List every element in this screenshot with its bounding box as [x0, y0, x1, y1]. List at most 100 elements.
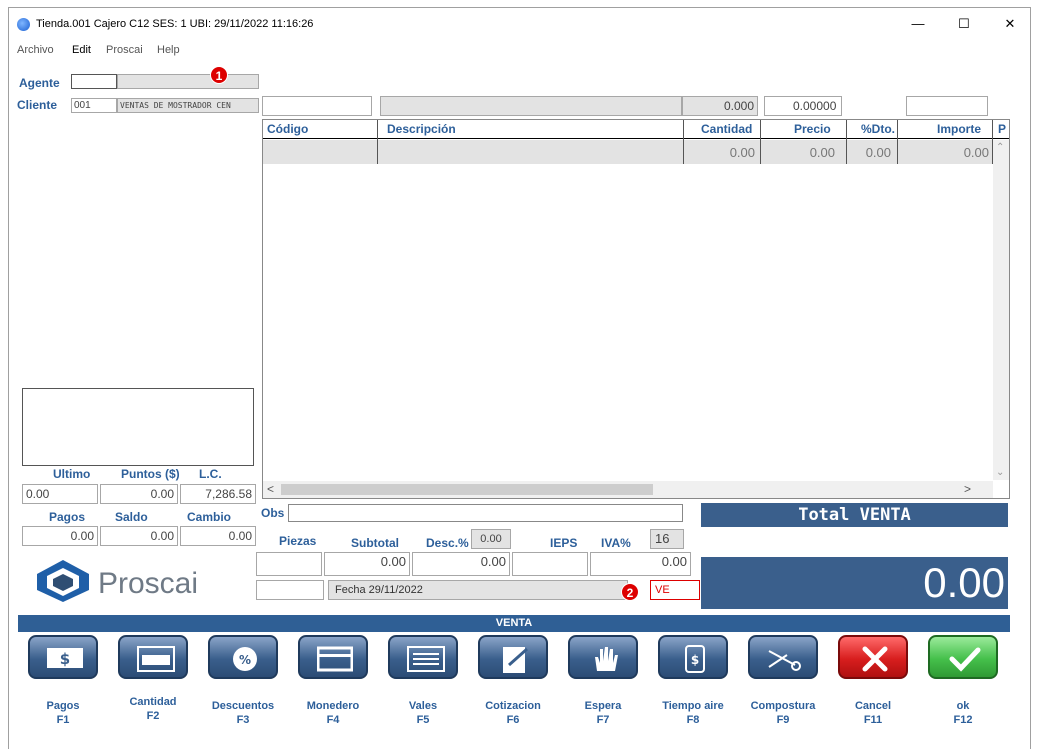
- col-codigo: Código: [267, 122, 309, 136]
- scroll-thumb[interactable]: [281, 484, 653, 495]
- svg-text:$: $: [60, 650, 70, 668]
- menu-bar: Archivo Edit Proscai Help: [9, 42, 1030, 60]
- tipo-field[interactable]: VE: [650, 580, 700, 600]
- lc-label: L.C.: [199, 467, 222, 481]
- espera-button[interactable]: [568, 635, 638, 679]
- extra-field[interactable]: [906, 96, 988, 116]
- window-title: Tienda.001 Cajero C12 SES: 1 UBI: 29/11/…: [36, 18, 314, 30]
- saldo-value: 0.00: [100, 526, 178, 546]
- cliente-label: Cliente: [17, 98, 58, 112]
- cotizacion-button[interactable]: [478, 635, 548, 679]
- vales-label-f5: Vales F5: [408, 700, 438, 726]
- piezas-label: Piezas: [279, 534, 317, 548]
- desc-label: Desc.%: [426, 536, 469, 550]
- client-area: Agente 1 Cliente 001 VENTAS DE MOSTRADOR…: [9, 62, 1030, 749]
- monedero-label-f4: Monedero F4: [306, 700, 360, 726]
- description-field: [380, 96, 682, 116]
- cantidad-label-f2: Cantidad F2: [129, 696, 177, 722]
- x-icon: [862, 646, 888, 672]
- col-descripcion: Descripción: [387, 122, 456, 136]
- minimize-button[interactable]: —: [895, 12, 941, 36]
- hand-icon: [595, 647, 618, 671]
- subtotal-value: 0.00: [324, 552, 410, 576]
- row-importe: 0.00: [963, 145, 989, 160]
- desc-value: 0.00: [471, 529, 511, 549]
- maximize-button[interactable]: ☐: [941, 12, 987, 36]
- edit-icon: [503, 647, 528, 673]
- cambio-value: 0.00: [180, 526, 256, 546]
- horizontal-scrollbar[interactable]: < >: [263, 481, 993, 498]
- compostura-button[interactable]: [748, 635, 818, 679]
- voucher-icon: [407, 646, 445, 672]
- compostura-label-f9: Compostura F9: [750, 700, 816, 726]
- puntos-label: Puntos ($): [121, 467, 180, 481]
- descuentos-button[interactable]: %: [208, 635, 278, 679]
- agente-input[interactable]: [71, 74, 117, 89]
- ultimo-value: 0.00: [22, 484, 98, 504]
- pagos-label: Pagos: [49, 510, 86, 524]
- scroll-up-icon[interactable]: ⌃: [996, 142, 1004, 153]
- quantity-field: 0.000: [682, 96, 758, 116]
- vales-button[interactable]: [388, 635, 458, 679]
- ultimo-label: Ultimo: [53, 467, 91, 481]
- calculator-icon: [137, 646, 175, 672]
- col-cantidad: Cantidad: [701, 122, 753, 136]
- agente-label: Agente: [19, 76, 60, 90]
- cancel-button[interactable]: [838, 635, 908, 679]
- proscai-logo-icon: [37, 560, 89, 602]
- badge-2: 2: [621, 583, 639, 601]
- badge-1: 1: [210, 66, 228, 84]
- ok-button[interactable]: [928, 635, 998, 679]
- cliente-code-input[interactable]: 001: [71, 98, 117, 113]
- check-icon: [949, 647, 981, 672]
- lc-value: 7,286.58: [180, 484, 256, 504]
- svg-text:%: %: [239, 653, 251, 667]
- piezas-value: [256, 552, 322, 576]
- title-bar: Tienda.001 Cajero C12 SES: 1 UBI: 29/11/…: [9, 8, 1030, 40]
- puntos-value: 0.00: [100, 484, 178, 504]
- monedero-button[interactable]: [298, 635, 368, 679]
- items-grid: Código Descripción Cantidad Precio %Dto.…: [262, 119, 1010, 499]
- scroll-right-icon[interactable]: >: [964, 482, 971, 496]
- vertical-scrollbar[interactable]: ⌃ ⌄: [993, 140, 1009, 480]
- dollar-icon: $: [47, 648, 83, 668]
- scissors-icon: [768, 650, 801, 671]
- price-field[interactable]: 0.00000: [764, 96, 842, 116]
- table-row[interactable]: 0.00 0.00 0.00 0.00: [263, 140, 993, 164]
- menu-edit[interactable]: Edit: [72, 44, 91, 56]
- search-code-input[interactable]: [262, 96, 372, 116]
- pagos-button[interactable]: $: [28, 635, 98, 679]
- col-precio: Precio: [794, 122, 831, 136]
- iva-value: 0.00: [590, 552, 691, 576]
- cambio-label: Cambio: [187, 510, 232, 524]
- scroll-left-icon[interactable]: <: [267, 482, 274, 496]
- total-title: Total VENTA: [701, 503, 1008, 527]
- menu-help[interactable]: Help: [157, 44, 180, 56]
- scroll-down-icon[interactable]: ⌄: [996, 467, 1004, 478]
- globe-icon: [17, 18, 30, 31]
- espera-label-f7: Espera F7: [584, 700, 622, 726]
- close-button[interactable]: ✕: [987, 12, 1033, 36]
- proscai-logo-text: Proscai: [98, 567, 199, 600]
- menu-proscai[interactable]: Proscai: [106, 44, 143, 56]
- ieps-label: IEPS: [550, 536, 578, 550]
- descuentos-label-f3: Descuentos F3: [211, 700, 275, 726]
- menu-archivo[interactable]: Archivo: [17, 44, 54, 56]
- obs-input[interactable]: [288, 504, 683, 522]
- iva-label: IVA%: [601, 536, 631, 550]
- cancel-label-f11: Cancel F11: [854, 700, 892, 726]
- pagos-label-f1: Pagos F1: [46, 700, 80, 726]
- cotizacion-label-f6: Cotizacion F6: [485, 700, 541, 726]
- total-value: 0.00: [701, 557, 1008, 609]
- row-dto: 0.00: [865, 145, 891, 160]
- agente-name: [117, 74, 259, 89]
- small-field[interactable]: [256, 580, 324, 600]
- ieps-value: 0.00: [412, 552, 510, 576]
- cantidad-button[interactable]: [118, 635, 188, 679]
- row-cantidad: 0.00: [729, 145, 755, 160]
- iva-rate: 16: [650, 529, 684, 549]
- tiempo-aire-label-f8: Tiempo aire F8: [662, 700, 724, 726]
- ok-label-f12: ok F12: [953, 700, 973, 726]
- cliente-name: VENTAS DE MOSTRADOR CEN: [117, 98, 259, 113]
- tiempo-aire-button[interactable]: $: [658, 635, 728, 679]
